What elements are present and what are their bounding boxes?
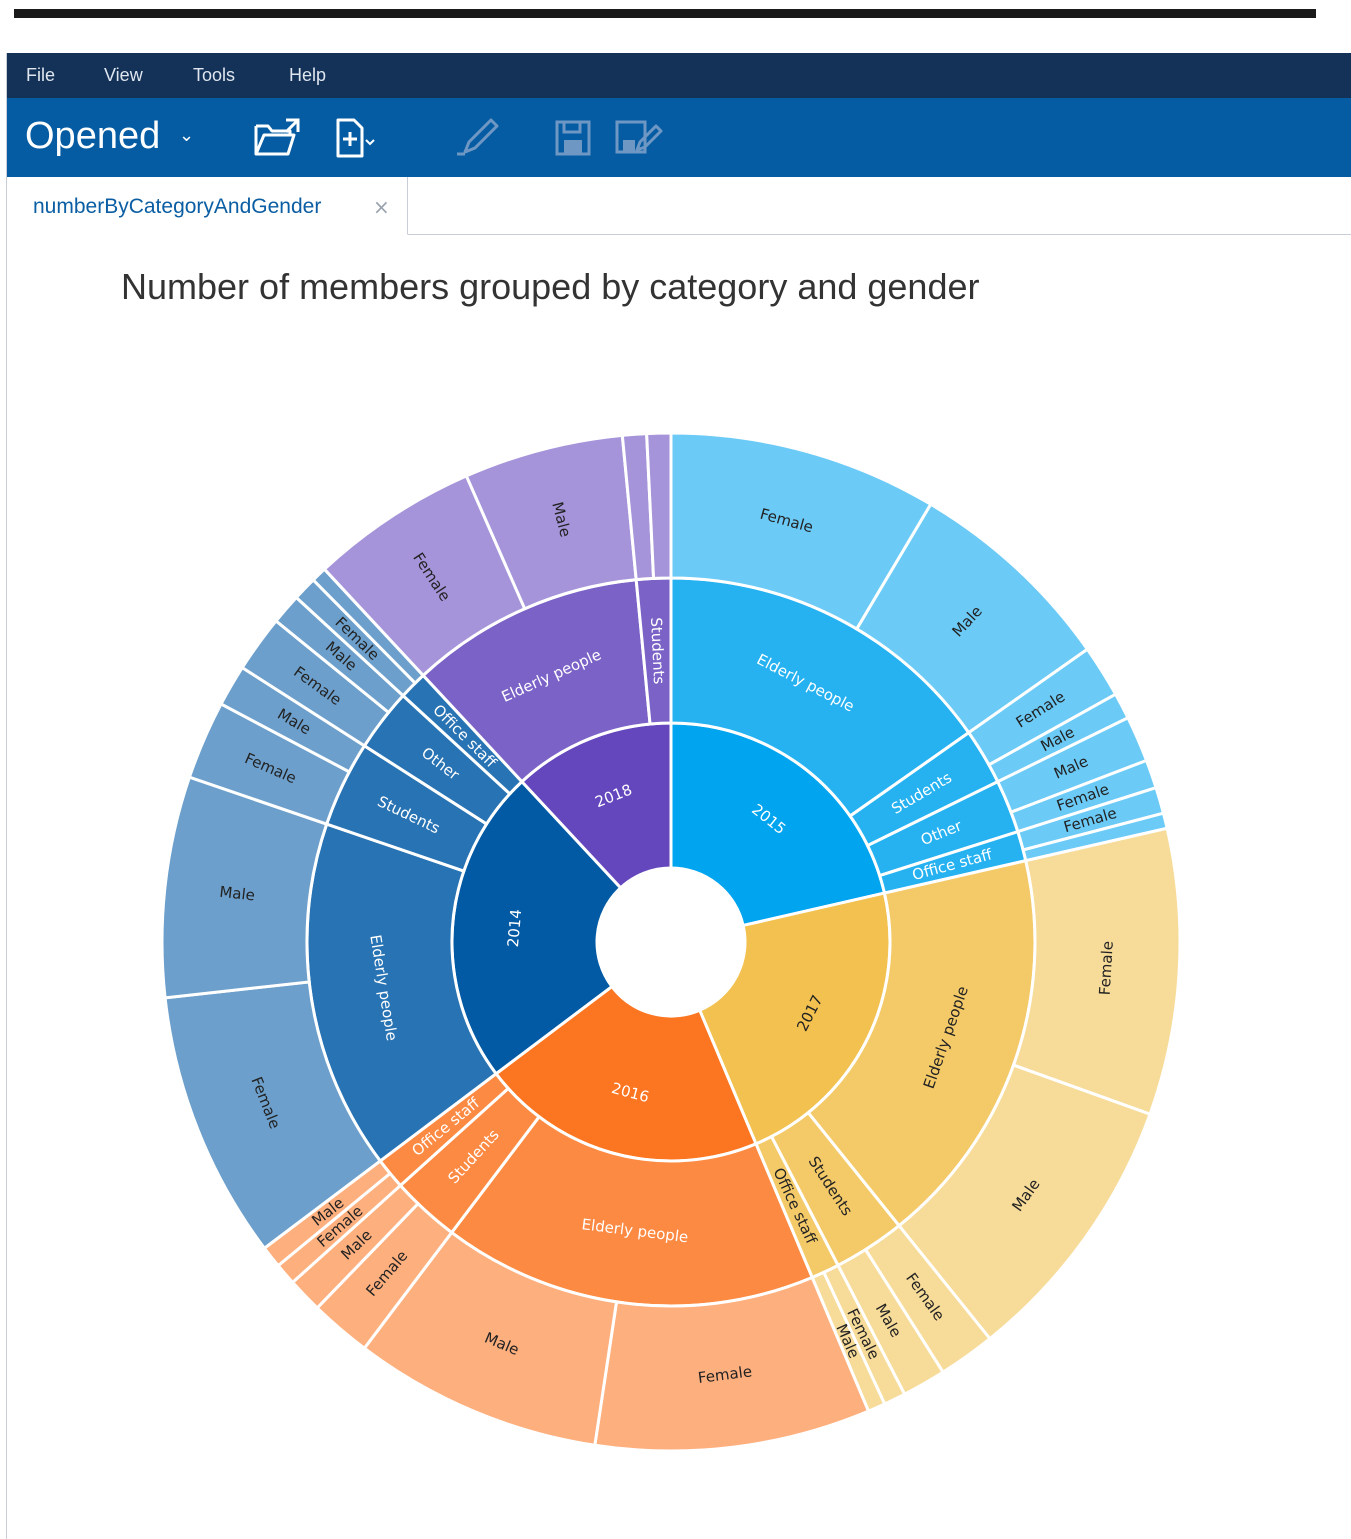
sunburst-label-2018-students-1: Students [647, 617, 668, 685]
sunburst-center-hole [597, 868, 745, 1016]
sunburst-label-2017-elderly-people-0-female-0: Female [1096, 940, 1117, 995]
sunburst-label-2014: 2014 [504, 908, 525, 948]
sunburst-chart: 2015Elderly peopleFemaleMaleStudentsFema… [160, 431, 1182, 1453]
